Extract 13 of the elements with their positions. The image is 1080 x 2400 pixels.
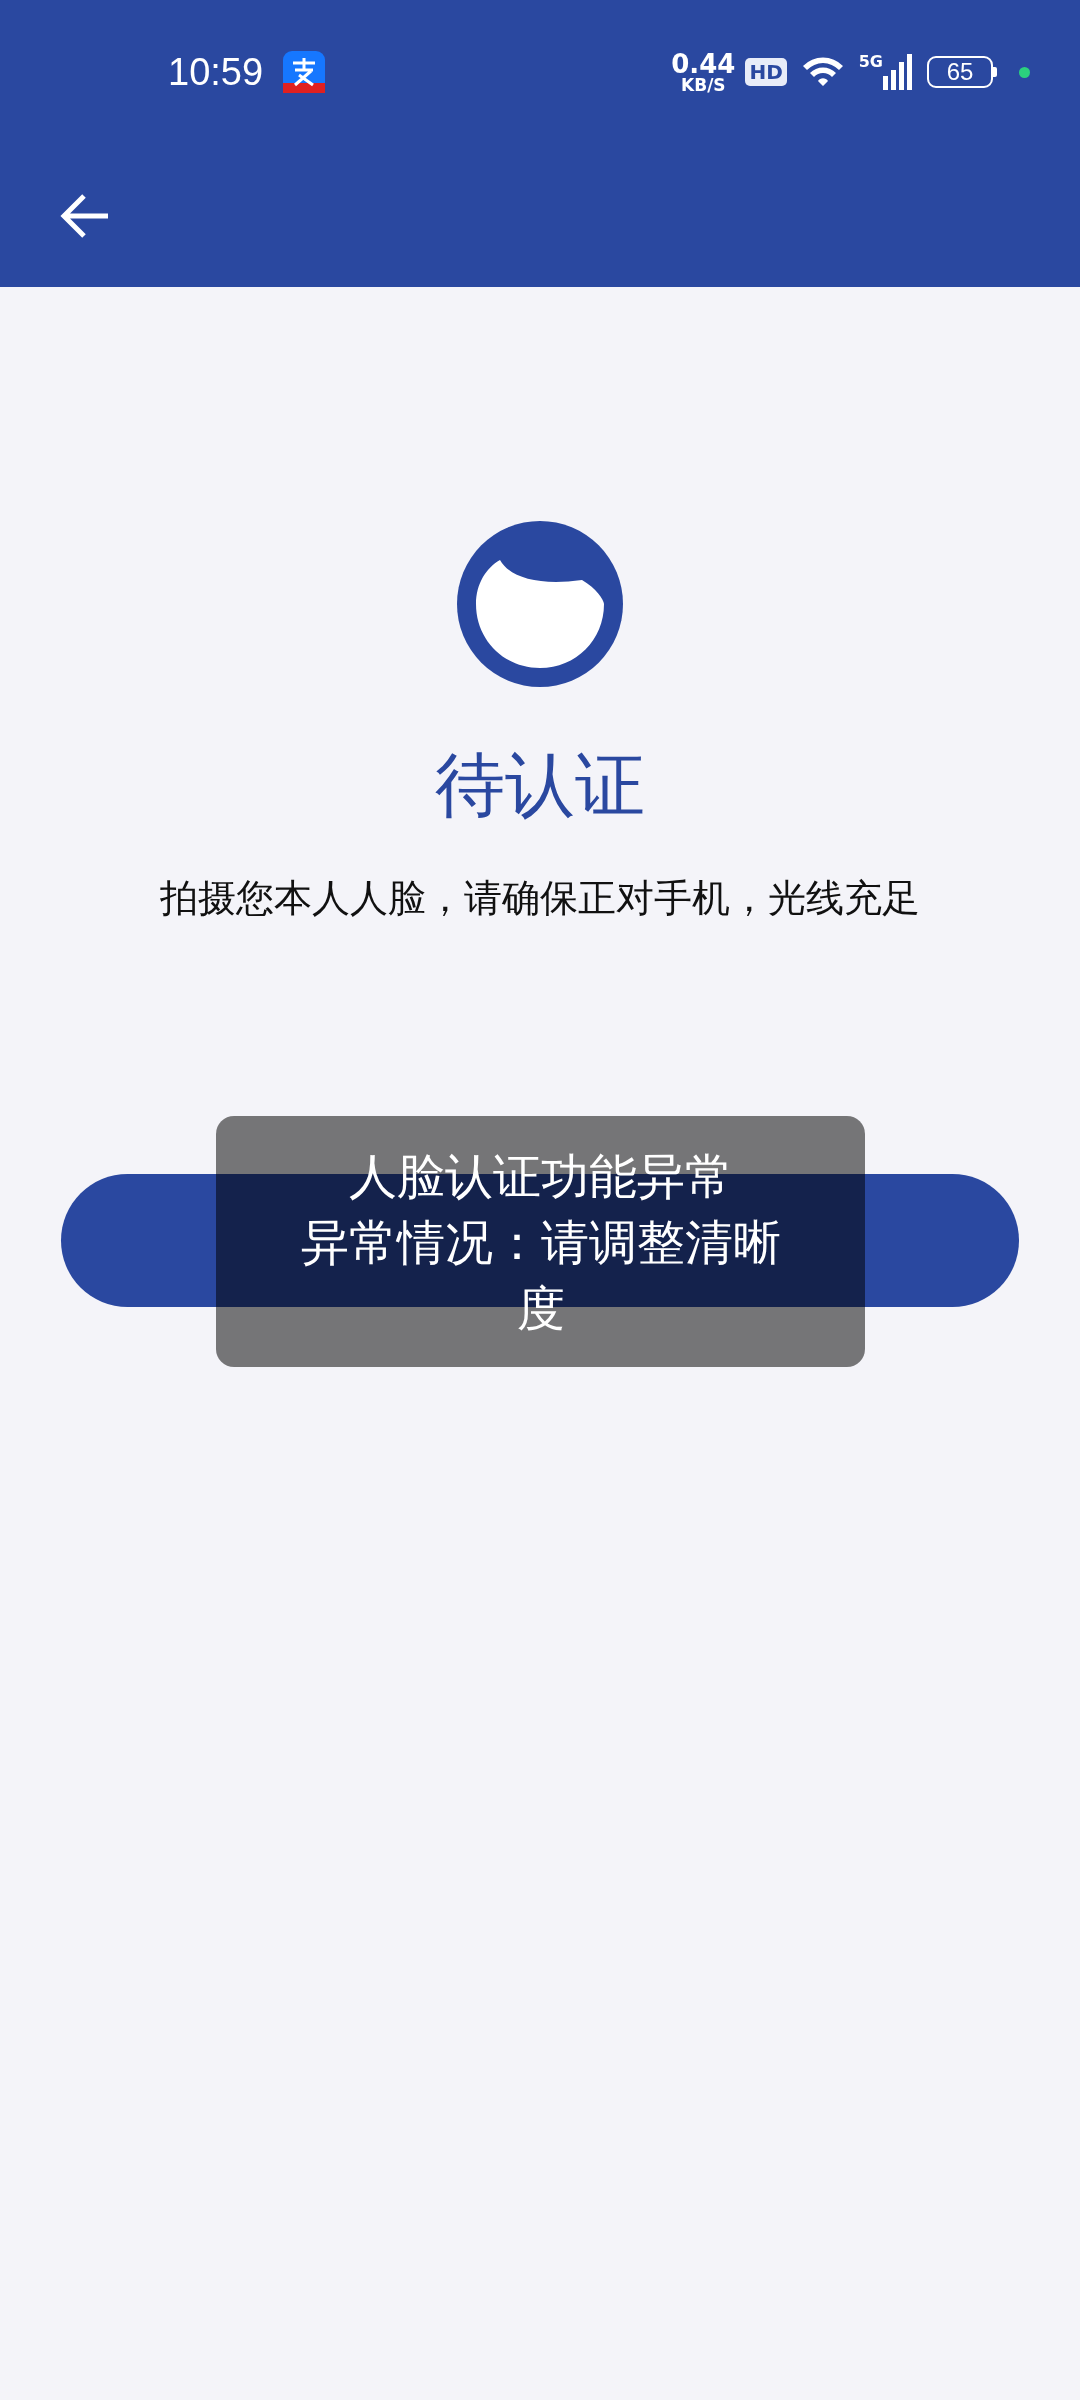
status-dot [1019,66,1030,78]
instruction-text: 拍摄您本人人脸，请确保正对手机，光线充足 [160,875,920,922]
back-button[interactable] [58,191,110,240]
hd-badge: HD [745,58,787,86]
app-notification-icon [283,51,326,93]
battery-indicator: 65 [927,56,997,88]
signal-icon [883,54,913,90]
toast-title: 人脸认证功能异常 [348,1146,733,1206]
face-icon [457,521,623,687]
network-type: 5G [858,52,883,71]
status-time: 10:59 [168,50,264,94]
status-title: 待认证 [435,743,645,828]
network-speed: 0.44 KB/S [671,50,736,94]
